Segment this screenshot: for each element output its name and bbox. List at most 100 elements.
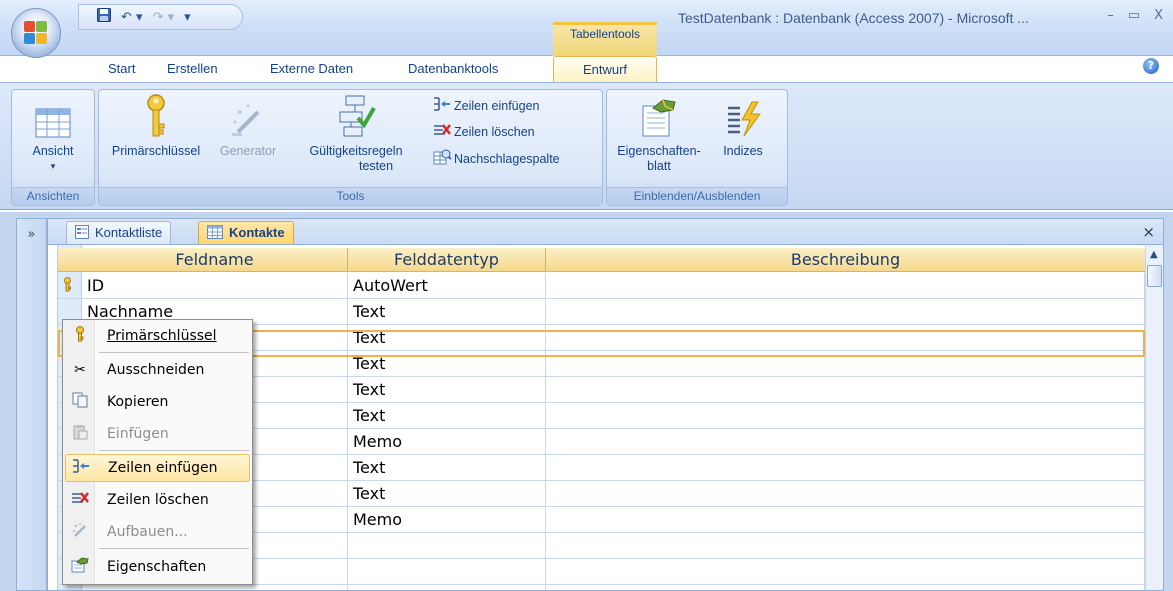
cell-beschreibung[interactable] bbox=[546, 351, 1145, 377]
gueltigkeitsregeln-label-2: testen bbox=[358, 159, 394, 173]
context-group-label: Tabellentools bbox=[569, 27, 641, 41]
cell-beschreibung[interactable] bbox=[546, 273, 1145, 299]
doc-tab-kontakte[interactable]: Kontakte bbox=[198, 221, 294, 245]
menu-item-kopieren[interactable]: Kopieren bbox=[65, 388, 250, 416]
cell-feldname[interactable] bbox=[82, 585, 348, 590]
generator-button: Generator bbox=[200, 96, 296, 159]
cell-beschreibung[interactable] bbox=[546, 455, 1145, 481]
menu-item-ausschneiden[interactable]: ✂ Ausschneiden bbox=[65, 356, 250, 384]
close-document-icon[interactable]: × bbox=[1142, 223, 1155, 241]
paste-icon bbox=[65, 424, 95, 444]
eigenschaftenblatt-label-2: blatt bbox=[647, 159, 671, 173]
form-icon bbox=[75, 225, 89, 245]
cell-beschreibung[interactable] bbox=[546, 403, 1145, 429]
document-tabs: Kontaktliste Kontakte × bbox=[47, 218, 1164, 245]
help-icon[interactable]: ? bbox=[1143, 58, 1159, 74]
menu-item-einfuegen: Einfügen bbox=[65, 420, 250, 448]
save-icon[interactable] bbox=[97, 8, 111, 26]
tab-datenbanktools[interactable]: Datenbanktools bbox=[408, 61, 498, 76]
cell-beschreibung[interactable] bbox=[546, 377, 1145, 403]
insert-rows-icon bbox=[433, 96, 451, 115]
scroll-up-icon[interactable]: ▲ bbox=[1150, 249, 1158, 260]
menu-item-label: Eigenschaften bbox=[107, 559, 207, 575]
cell-felddatentyp[interactable] bbox=[348, 533, 546, 559]
customize-qat-icon[interactable]: ▾ bbox=[184, 10, 191, 25]
window-controls: – ▭ X bbox=[1107, 8, 1163, 23]
cell-felddatentyp[interactable]: Text bbox=[348, 403, 546, 429]
menu-item-zeilen-loeschen[interactable]: Zeilen löschen bbox=[65, 486, 250, 514]
header-beschreibung[interactable]: Beschreibung bbox=[546, 248, 1145, 272]
primaerschluessel-button[interactable]: Primärschlüssel bbox=[103, 94, 209, 159]
scroll-thumb[interactable] bbox=[1147, 265, 1162, 287]
tab-erstellen[interactable]: Erstellen bbox=[167, 61, 218, 76]
window-title: TestDatenbank : Datenbank (Access 2007) … bbox=[678, 10, 1029, 26]
tab-entwurf[interactable]: Entwurf bbox=[553, 56, 657, 83]
cell-beschreibung[interactable] bbox=[546, 481, 1145, 507]
ansicht-button[interactable]: Ansicht ▾ bbox=[12, 96, 94, 174]
close-window-button[interactable]: X bbox=[1154, 8, 1163, 23]
indexes-icon bbox=[715, 96, 771, 138]
zeilen-loeschen-label: Zeilen löschen bbox=[454, 124, 535, 139]
zeilen-einfuegen-label: Zeilen einfügen bbox=[454, 98, 540, 113]
context-tab-group: Tabellentools bbox=[553, 22, 657, 56]
nachschlagespalte-button[interactable]: Nachschlagespalte bbox=[433, 148, 560, 169]
cell-beschreibung[interactable] bbox=[546, 585, 1145, 590]
doc-tab-kontaktliste[interactable]: Kontaktliste bbox=[66, 221, 172, 245]
cell-felddatentyp[interactable]: Text bbox=[348, 299, 546, 325]
cell-felddatentyp[interactable]: AutoWert bbox=[348, 273, 546, 299]
vertical-scrollbar[interactable]: ▲ bbox=[1145, 245, 1163, 590]
cell-felddatentyp[interactable]: Text bbox=[348, 481, 546, 507]
cell-felddatentyp[interactable]: Text bbox=[348, 325, 546, 351]
cell-felddatentyp[interactable] bbox=[348, 585, 546, 590]
wand-icon bbox=[200, 96, 296, 138]
cell-beschreibung[interactable] bbox=[546, 325, 1145, 351]
nachschlagespalte-label: Nachschlagespalte bbox=[454, 151, 560, 166]
menu-item-eigenschaften[interactable]: Eigenschaften bbox=[65, 553, 250, 581]
primary-key-icon bbox=[63, 277, 72, 295]
quick-access-toolbar: ↶ ▾ ↷ ▾ ▾ bbox=[78, 4, 243, 30]
group-einblenden-ausblenden: Eigenschaften- blatt Indizes Einblenden/… bbox=[606, 89, 788, 206]
cell-felddatentyp[interactable]: Text bbox=[348, 351, 546, 377]
delete-rows-icon bbox=[433, 122, 451, 141]
zeilen-einfuegen-button[interactable]: Zeilen einfügen bbox=[433, 96, 539, 115]
minimize-button[interactable]: – bbox=[1107, 8, 1114, 23]
maximize-button[interactable]: ▭ bbox=[1128, 8, 1140, 23]
cell-felddatentyp[interactable] bbox=[348, 559, 546, 585]
menu-item-label: Kopieren bbox=[107, 394, 169, 410]
cell-beschreibung[interactable] bbox=[546, 533, 1145, 559]
cell-beschreibung[interactable] bbox=[546, 429, 1145, 455]
office-logo-icon bbox=[24, 21, 48, 45]
cell-felddatentyp[interactable]: Text bbox=[348, 377, 546, 403]
group-tools: Primärschlüssel Generator Gültigkeitsreg… bbox=[98, 89, 603, 206]
menu-item-primaerschluessel[interactable]: Primärschlüssel bbox=[65, 322, 250, 350]
menu-item-label: Zeilen einfügen bbox=[108, 460, 218, 476]
menu-separator bbox=[99, 352, 249, 353]
cell-beschreibung[interactable] bbox=[546, 299, 1145, 325]
cell-felddatentyp[interactable]: Text bbox=[348, 455, 546, 481]
context-menu: Primärschlüssel ✂ Ausschneiden Kopieren … bbox=[62, 319, 253, 585]
cell-felddatentyp[interactable]: Memo bbox=[348, 507, 546, 533]
menu-item-zeilen-einfuegen[interactable]: Zeilen einfügen bbox=[65, 454, 250, 482]
header-feldname[interactable]: Feldname bbox=[82, 248, 348, 272]
zeilen-loeschen-button[interactable]: Zeilen löschen bbox=[433, 122, 535, 141]
group-label-ansichten: Ansichten bbox=[12, 187, 94, 205]
cell-beschreibung[interactable] bbox=[546, 559, 1145, 585]
tab-start[interactable]: Start bbox=[108, 61, 135, 76]
tab-externe-daten[interactable]: Externe Daten bbox=[270, 61, 353, 76]
table-row[interactable] bbox=[58, 585, 1145, 590]
expand-nav-icon[interactable]: » bbox=[17, 227, 46, 242]
gueltigkeitsregeln-button[interactable]: Gültigkeitsregeln testen bbox=[293, 95, 419, 174]
eigenschaftenblatt-button[interactable]: Eigenschaften- blatt bbox=[609, 96, 709, 174]
table-icon bbox=[207, 225, 223, 245]
table-row[interactable]: ID AutoWert bbox=[58, 273, 1145, 299]
cell-feldname[interactable]: ID bbox=[82, 273, 348, 299]
cell-felddatentyp[interactable]: Memo bbox=[348, 429, 546, 455]
header-felddatentyp[interactable]: Felddatentyp bbox=[348, 248, 546, 272]
cell-beschreibung[interactable] bbox=[546, 507, 1145, 533]
menu-item-label: Einfügen bbox=[107, 426, 169, 442]
table-header: Feldname Felddatentyp Beschreibung bbox=[58, 248, 1145, 272]
office-button[interactable] bbox=[11, 8, 61, 58]
indizes-button[interactable]: Indizes bbox=[715, 96, 771, 159]
undo-icon[interactable]: ↶ ▾ bbox=[121, 10, 143, 25]
navigation-pane-collapsed[interactable]: » bbox=[16, 218, 47, 591]
